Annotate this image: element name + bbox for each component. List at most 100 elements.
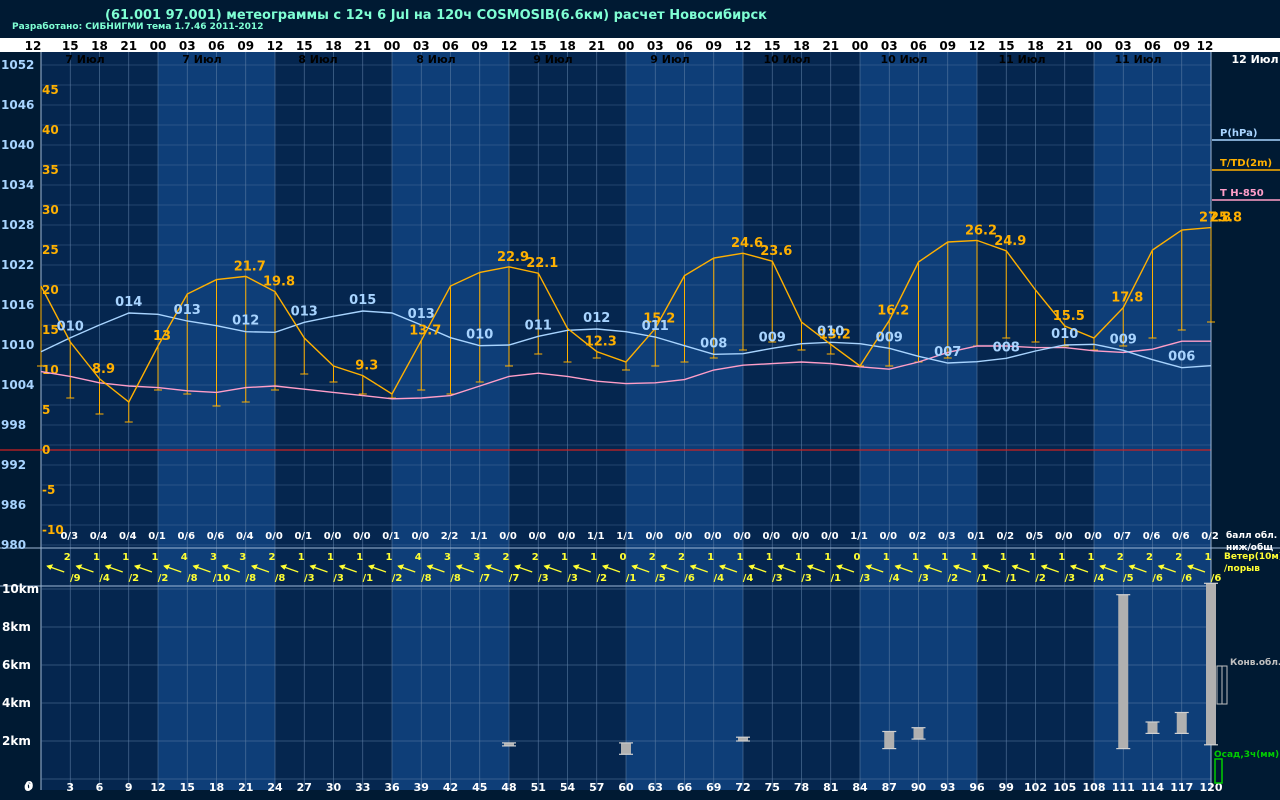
- cloud-amount: 0/0: [792, 531, 810, 542]
- temp-value-label: 8.9: [92, 362, 115, 377]
- pressure-tick-label: 1004: [1, 378, 34, 392]
- pressure-value-label: 010: [57, 320, 84, 335]
- cloud-amount: 0/5: [1026, 531, 1044, 542]
- pressure-value-label: 010: [1051, 327, 1078, 342]
- wind-gust: /2: [1035, 573, 1046, 584]
- hour-tick-label: 18: [559, 39, 576, 53]
- cloud-amount: 0/4: [90, 531, 108, 542]
- forecast-hour-label: 117: [1170, 781, 1193, 794]
- wind-speed: 1: [883, 552, 890, 563]
- pressure-value-label: 010: [466, 328, 493, 343]
- pressure-value-label: 015: [349, 293, 376, 308]
- legend: P(hPa) T/TD(2m) T H-850 балл обл. ниж/об…: [1212, 128, 1280, 784]
- hour-tick-label: 09: [237, 39, 254, 53]
- hour-tick-label: 03: [647, 39, 664, 53]
- day-label: 10 Июл: [880, 53, 927, 66]
- wind-gust: /10: [213, 573, 231, 584]
- forecast-hour-label: 93: [940, 781, 955, 794]
- day-bands: [0, 38, 1280, 790]
- wind-speed: 4: [181, 552, 188, 563]
- wind-gust: /2: [596, 573, 607, 584]
- forecast-hour-label: 0: [24, 781, 32, 794]
- day-label: 9 Июл: [533, 53, 572, 66]
- temp-tick-label: 35: [42, 163, 59, 177]
- cloud-amount: 0/0: [675, 531, 693, 542]
- pressure-value-label: 006: [1168, 350, 1195, 365]
- pressure-tick-label: 1010: [1, 338, 34, 352]
- forecast-hour-label: 54: [560, 781, 576, 794]
- wind-gust: /4: [99, 573, 110, 584]
- pressure-tick-label: 1046: [1, 98, 34, 112]
- wind-speed: 1: [766, 552, 773, 563]
- cloud-amount: 0/3: [938, 531, 956, 542]
- temp-value-label: 16.2: [877, 303, 909, 318]
- forecast-hour-label: 60: [618, 781, 634, 794]
- hour-tick-label: 09: [939, 39, 956, 53]
- wind-gust: /5: [1123, 573, 1134, 584]
- cloud-amount: 0/2: [909, 531, 927, 542]
- height-tick-label: 10km: [2, 582, 39, 596]
- wind-gust: /8: [245, 573, 256, 584]
- wind-speed: 2: [1117, 552, 1124, 563]
- pressure-tick-label: 1052: [1, 58, 34, 72]
- wind-gust: /1: [626, 573, 637, 584]
- pressure-value-label: 009: [876, 330, 903, 345]
- legend-precip: Осад,3ч(мм): [1214, 750, 1279, 760]
- cloud-amount: 0/0: [558, 531, 576, 542]
- wind-speed: 3: [444, 552, 451, 563]
- hour-tick-label: 06: [676, 39, 693, 53]
- cloud-amount: 0/0: [1055, 531, 1073, 542]
- cloud-amount: 0/0: [528, 531, 546, 542]
- hour-tick-label: 12: [267, 39, 284, 53]
- wind-speed: 2: [64, 552, 71, 563]
- hour-tick-label: 00: [618, 39, 635, 53]
- wind-speed: 1: [1088, 552, 1095, 563]
- forecast-hour-label: 39: [414, 781, 429, 794]
- temp-value-label: 13.7: [409, 323, 441, 338]
- pressure-value-label: 009: [759, 330, 786, 345]
- wind-speed: 2: [503, 552, 510, 563]
- wind-gust: /6: [1211, 573, 1222, 584]
- hour-tick-label: 00: [852, 39, 869, 53]
- hour-tick-label: 12: [25, 39, 42, 53]
- hour-tick-label: 21: [120, 39, 137, 53]
- wind-gust: /4: [1094, 573, 1105, 584]
- hour-tick-label: 18: [793, 39, 810, 53]
- wind-speed: 2: [649, 552, 656, 563]
- cloud-amount: 1/1: [616, 531, 634, 542]
- wind-gust: /6: [1181, 573, 1192, 584]
- pressure-value-label: 011: [642, 319, 669, 334]
- hour-tick-label: 06: [910, 39, 927, 53]
- wind-gust: /3: [772, 573, 783, 584]
- conv-cloud-bar: [1147, 722, 1158, 734]
- forecast-hour-label: 69: [706, 781, 721, 794]
- temp-tick-label: 20: [42, 283, 59, 297]
- temp-value-label: 15.5: [1053, 309, 1085, 324]
- forecast-hour-label: 36: [384, 781, 400, 794]
- cloud-amount: 1/1: [470, 531, 488, 542]
- pressure-tick-label: 980: [1, 538, 26, 552]
- wind-gust: /4: [713, 573, 724, 584]
- wind-speed: 1: [1205, 552, 1212, 563]
- conv-cloud-bar: [1176, 712, 1187, 734]
- hour-tick-label: 15: [296, 39, 313, 53]
- wind-speed: 1: [1029, 552, 1036, 563]
- wind-speed: 1: [327, 552, 334, 563]
- wind-gust: /2: [128, 573, 139, 584]
- pressure-tick-label: 1022: [1, 258, 34, 272]
- conv-cloud-bar: [884, 731, 895, 749]
- wind-speed: 1: [912, 552, 919, 563]
- wind-speed: 1: [561, 552, 568, 563]
- hour-tick-label: 21: [588, 39, 605, 53]
- forecast-hour-label: 99: [999, 781, 1014, 794]
- hour-tick-label: 15: [530, 39, 547, 53]
- temp-value-label: 22.9: [497, 250, 529, 265]
- temp-tick-label: 0: [42, 443, 50, 457]
- pressure-value-label: 013: [408, 307, 435, 322]
- hour-tick-label: 18: [91, 39, 108, 53]
- legend-wind: Ветер(10м): [1224, 552, 1280, 562]
- cloud-amount: 0/0: [704, 531, 722, 542]
- cloud-amount: 0/1: [148, 531, 166, 542]
- cloud-amount: 0/4: [119, 531, 137, 542]
- wind-gust: /3: [538, 573, 549, 584]
